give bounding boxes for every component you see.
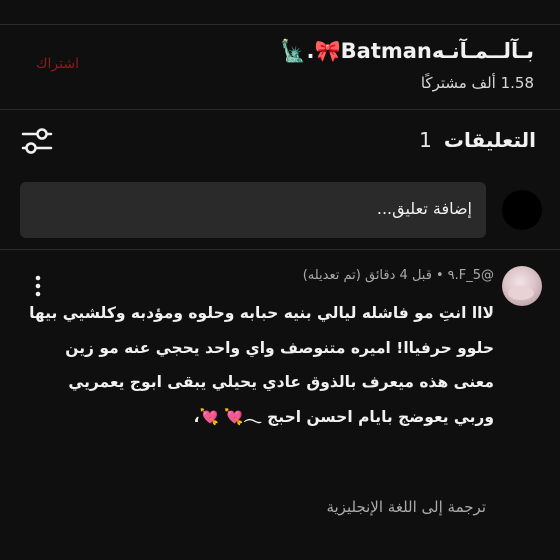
avatar bbox=[502, 190, 542, 230]
commenter-avatar[interactable] bbox=[502, 266, 542, 306]
channel-name[interactable]: بـآلــمـآنـهBatman🎀.🗽 bbox=[280, 39, 534, 64]
add-comment-input[interactable]: إضافة تعليق... bbox=[20, 182, 486, 238]
comments-title-label: التعليقات bbox=[443, 128, 536, 152]
comment-author[interactable]: @5_F.٩ bbox=[448, 268, 494, 283]
more-vertical-icon[interactable] bbox=[28, 274, 48, 298]
subscribe-button[interactable]: اشتراك bbox=[36, 56, 79, 72]
comment-text: لااا انتِ مو فاشله ليالي بنيه حبابه وحلو… bbox=[29, 304, 494, 426]
comment-time: قبل 4 دقائق (تم تعديله) bbox=[302, 268, 432, 283]
filter-sliders-icon[interactable] bbox=[20, 124, 54, 158]
meta-separator: • bbox=[435, 268, 444, 283]
comments-screen: بـآلــمـآنـهBatman🎀.🗽 1.58 ألف مشتركًا ا… bbox=[0, 0, 560, 560]
comments-title: التعليقات 1 bbox=[419, 128, 536, 152]
channel-row: بـآلــمـآنـهBatman🎀.🗽 1.58 ألف مشتركًا ا… bbox=[0, 25, 560, 109]
comment-item: @5_F.٩ •قبل 4 دقائق (تم تعديله) لااا انتِ… bbox=[0, 250, 560, 560]
comments-header: التعليقات 1 bbox=[0, 110, 560, 174]
subscriber-count: 1.58 ألف مشتركًا bbox=[420, 74, 534, 92]
translate-link[interactable]: ترجمة إلى اللغة الإنجليزية bbox=[326, 498, 486, 516]
add-comment-placeholder: إضافة تعليق... bbox=[376, 199, 472, 218]
comments-count: 1 bbox=[419, 128, 432, 152]
comment-meta: @5_F.٩ •قبل 4 دقائق (تم تعديله) bbox=[303, 268, 494, 283]
